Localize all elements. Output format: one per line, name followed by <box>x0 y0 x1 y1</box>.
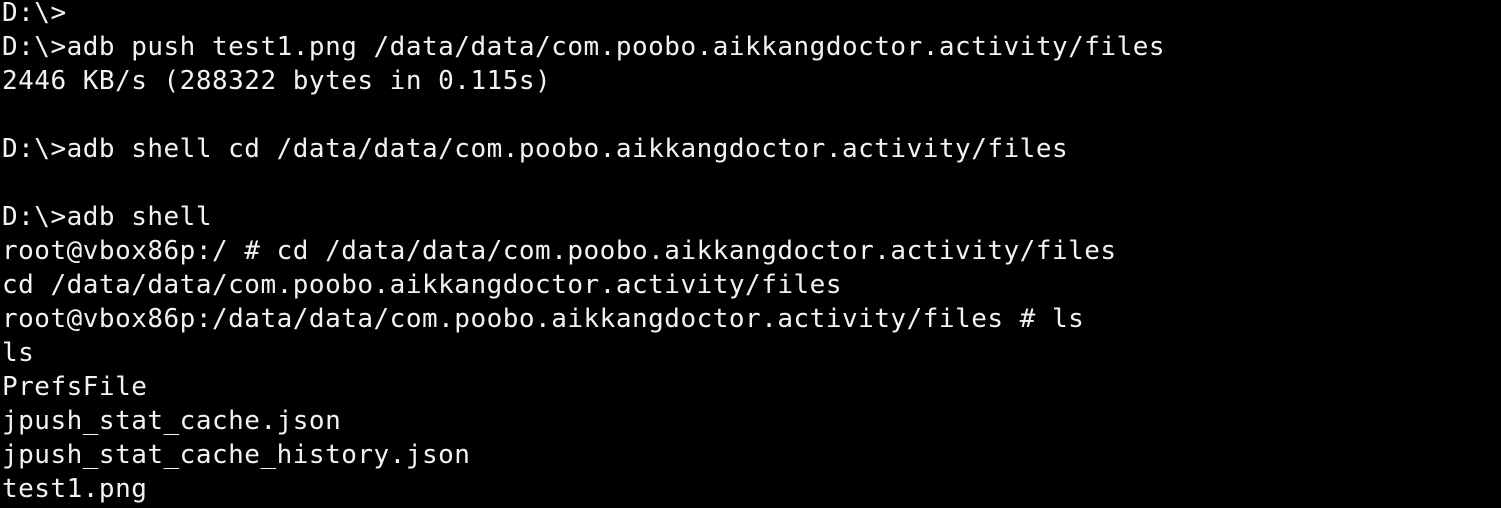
terminal-line: D:\>adb shell <box>2 202 212 232</box>
terminal-line: cd /data/data/com.poobo.aikkangdoctor.ac… <box>2 270 842 300</box>
terminal-line: jpush_stat_cache.json <box>2 406 342 436</box>
terminal-line: D:\>adb shell cd /data/data/com.poobo.ai… <box>2 134 1069 164</box>
terminal-line: 2446 KB/s (288322 bytes in 0.115s) <box>2 66 552 96</box>
terminal-line: jpush_stat_cache_history.json <box>2 440 471 470</box>
terminal-line: test1.png <box>2 474 148 504</box>
terminal-line: D:\>adb push test1.png /data/data/com.po… <box>2 32 1166 62</box>
terminal-line: ls <box>2 338 35 368</box>
terminal-window[interactable]: D:\> D:\>adb push test1.png /data/data/c… <box>0 0 1501 508</box>
terminal-line: root@vbox86p:/data/data/com.poobo.aikkan… <box>2 304 1085 334</box>
terminal-line: root@vbox86p:/ # cd /data/data/com.poobo… <box>2 236 1117 266</box>
terminal-line: PrefsFile <box>2 372 148 402</box>
terminal-line: D:\> <box>2 0 67 28</box>
